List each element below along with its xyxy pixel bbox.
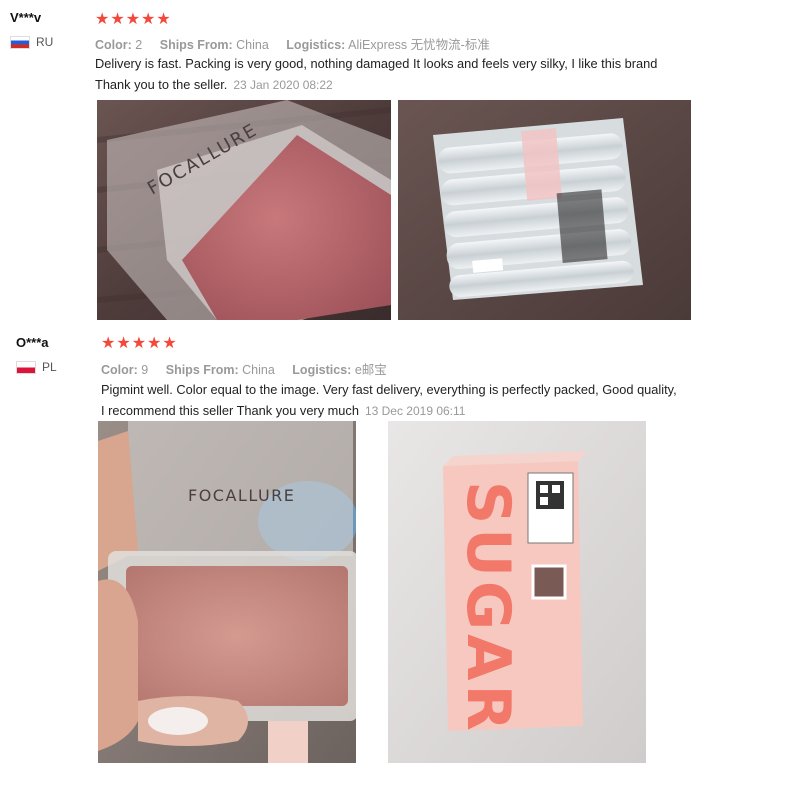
review-date: 13 Dec 2019 06:11 <box>364 404 466 418</box>
box-title-text: SUGAR <box>453 481 523 735</box>
review-text-line-1: Pigmint well. Color equal to the image. … <box>101 382 677 397</box>
review-text: Delivery is fast. Packing is very good, … <box>95 53 657 96</box>
reviewer-country: RU <box>10 35 53 49</box>
color-label: Color: <box>101 363 138 377</box>
color-value: 2 <box>135 38 143 52</box>
logistics-value: AliExpress 无忧物流-标准 <box>348 38 490 52</box>
country-code: RU <box>36 35 54 49</box>
reviewer-country: PL <box>16 360 57 374</box>
review-photo-2[interactable] <box>398 100 691 320</box>
logistics-value: e邮宝 <box>354 363 387 377</box>
country-code: PL <box>42 360 57 374</box>
reviewer-name: O***a <box>16 335 49 350</box>
review-text-line-1: Delivery is fast. Packing is very good, … <box>95 56 658 71</box>
poland-flag-icon <box>16 360 36 374</box>
review-1: V***v RU ★★★★★ Color: 2 Ships From: Chin… <box>0 0 800 325</box>
review-2: O***a PL ★★★★★ Color: 9 Ships From: Chin… <box>0 325 800 800</box>
review-photo-4[interactable]: SUGAR <box>388 421 646 763</box>
russia-flag-icon <box>10 35 30 49</box>
review-photo-3[interactable]: FOCALLURE <box>98 421 356 763</box>
review-text: Pigmint well. Color equal to the image. … <box>101 379 677 422</box>
photo-brand-text: FOCALLURE <box>188 486 295 505</box>
reviewer-name: V***v <box>10 10 42 25</box>
review-meta: Color: 2 Ships From: China Logistics: Al… <box>95 34 490 53</box>
color-value: 9 <box>141 363 149 377</box>
ships-from-label: Ships From: <box>159 38 233 52</box>
logistics-label: Logistics: <box>292 363 352 377</box>
color-label: Color: <box>95 38 132 52</box>
star-rating: ★★★★★ <box>101 335 178 352</box>
ships-from-value: China <box>236 38 269 52</box>
review-text-line-2: Thank you to the seller. <box>95 77 228 92</box>
logistics-label: Logistics: <box>286 38 346 52</box>
ships-from-label: Ships From: <box>165 363 239 377</box>
review-date: 23 Jan 2020 08:22 <box>233 78 333 92</box>
review-text-line-2: I recommend this seller Thank you very m… <box>101 403 359 418</box>
ships-from-value: China <box>242 363 275 377</box>
review-photo-1[interactable]: FOCALLURE <box>97 100 391 320</box>
review-meta: Color: 9 Ships From: China Logistics: e邮… <box>101 359 387 378</box>
star-rating: ★★★★★ <box>95 11 172 28</box>
